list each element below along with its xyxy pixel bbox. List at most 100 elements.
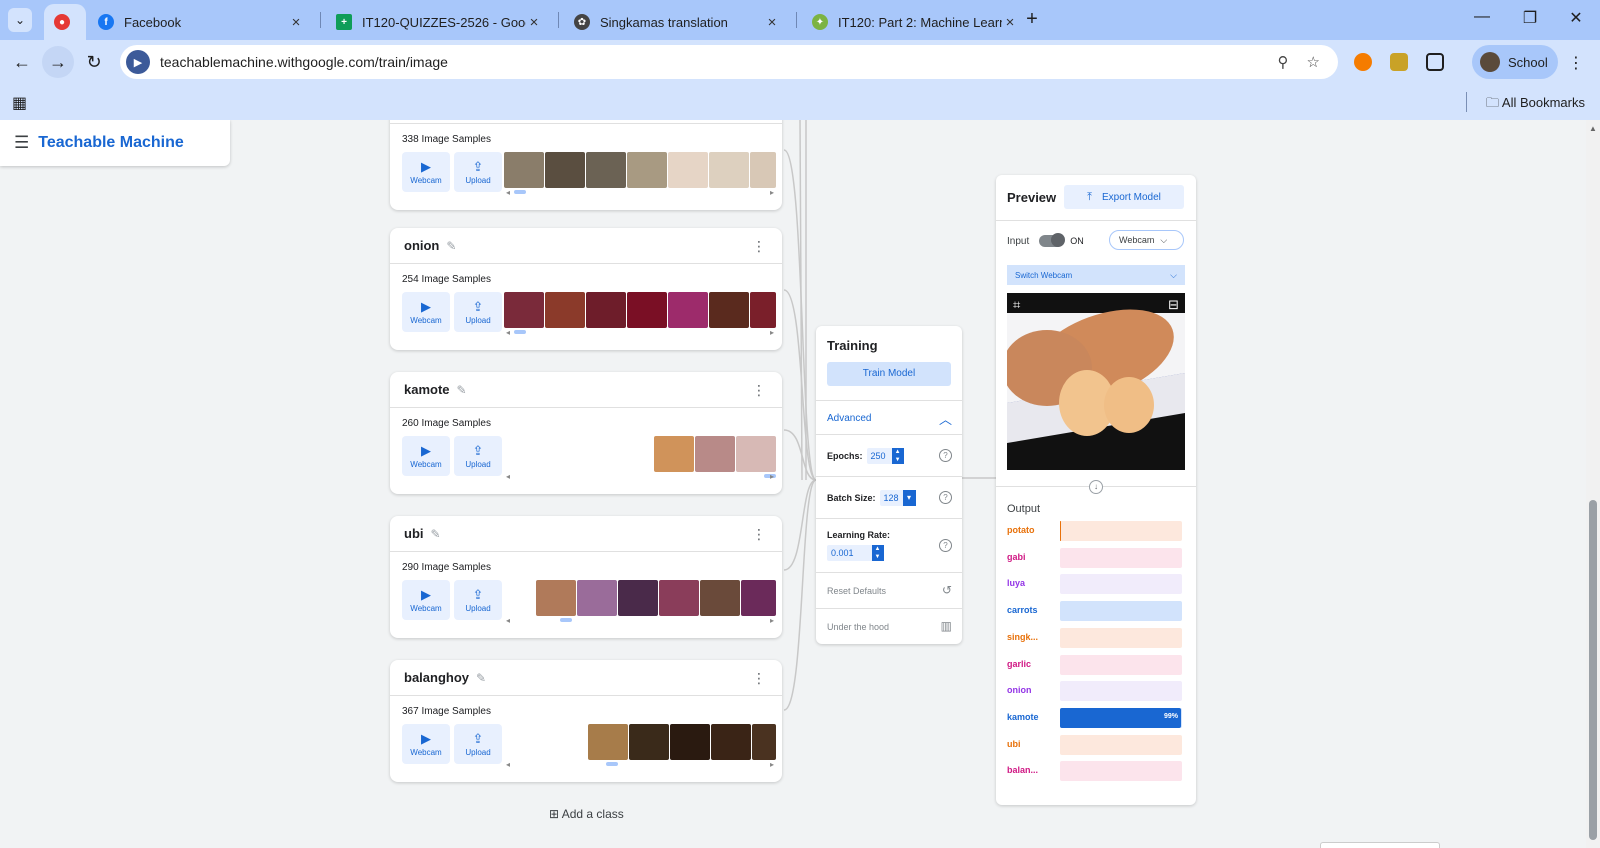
help-icon[interactable]: ?: [939, 448, 952, 462]
class-name[interactable]: ubi: [404, 526, 424, 541]
site-info-icon[interactable]: ▶: [126, 50, 150, 74]
sample-thumbnail[interactable]: [627, 292, 667, 328]
class-name[interactable]: onion: [404, 238, 439, 253]
more-options-icon[interactable]: ⋮: [752, 238, 766, 255]
strip-scrollbar[interactable]: [514, 190, 526, 194]
class-name[interactable]: kamote: [404, 382, 450, 397]
upload-button[interactable]: ⇪ Upload: [454, 580, 502, 620]
help-icon[interactable]: ?: [939, 490, 952, 504]
upload-button[interactable]: ⇪ Upload: [454, 724, 502, 764]
sample-thumbnail[interactable]: [659, 580, 699, 616]
sample-thumbnail[interactable]: [750, 152, 776, 188]
scroll-up-icon[interactable]: ▲: [1589, 124, 1597, 133]
sample-thumbnail[interactable]: [654, 436, 694, 472]
strip-scrollbar[interactable]: [606, 762, 618, 766]
sample-thumbnail[interactable]: [668, 152, 708, 188]
sample-thumbnail[interactable]: [618, 580, 658, 616]
close-tab-icon[interactable]: ×: [764, 14, 780, 31]
scroll-right-icon[interactable]: ▸: [770, 472, 774, 481]
sample-thumbnail[interactable]: [586, 152, 626, 188]
sample-thumbnail[interactable]: [586, 292, 626, 328]
stepper-icon[interactable]: ▲ ▼: [871, 545, 884, 561]
close-tab-icon[interactable]: ×: [1002, 14, 1018, 31]
tab-it120[interactable]: ✦ IT120: Part 2: Machine Learning ×: [802, 4, 1028, 40]
more-options-icon[interactable]: ⋮: [752, 382, 766, 399]
browser-menu-icon[interactable]: ⋮: [1568, 53, 1584, 73]
more-options-icon[interactable]: ⋮: [752, 526, 766, 543]
epochs-input[interactable]: 250 ▲ ▼: [866, 447, 904, 464]
pencil-icon[interactable]: ✎: [457, 383, 467, 397]
sample-thumbnail[interactable]: [668, 292, 708, 328]
learning-rate-input[interactable]: 0.001 ▲ ▼: [827, 545, 884, 561]
tab-singkamas[interactable]: ✿ Singkamas translation ×: [564, 4, 790, 40]
scroll-right-icon[interactable]: ▸: [770, 616, 774, 625]
webcam-button[interactable]: ▶ Webcam: [402, 724, 450, 764]
zoom-icon[interactable]: ⚲: [1278, 53, 1289, 71]
hamburger-menu-icon[interactable]: ☰: [14, 133, 29, 153]
restore-icon[interactable]: ❐: [1518, 8, 1542, 28]
back-icon[interactable]: ←: [10, 50, 34, 74]
help-icon[interactable]: ?: [939, 538, 952, 552]
scroll-left-icon[interactable]: ◂: [506, 760, 510, 769]
sample-thumbnail[interactable]: [588, 724, 628, 760]
pencil-icon[interactable]: ✎: [446, 239, 456, 253]
extension-icon[interactable]: [1354, 53, 1372, 71]
sample-thumbnail[interactable]: [709, 292, 749, 328]
sample-thumbnail[interactable]: [750, 292, 776, 328]
scroll-left-icon[interactable]: ◂: [506, 188, 510, 197]
pencil-icon[interactable]: ✎: [431, 527, 441, 541]
scroll-left-icon[interactable]: ◂: [506, 328, 510, 337]
upload-button[interactable]: ⇪ Upload: [454, 152, 502, 192]
reload-icon[interactable]: ↻: [82, 50, 106, 74]
class-name[interactable]: balanghoy: [404, 670, 469, 685]
sample-thumbnail[interactable]: [577, 580, 617, 616]
webcam-button[interactable]: ▶ Webcam: [402, 292, 450, 332]
pinned-tab[interactable]: ●: [44, 4, 86, 40]
sample-thumbnail[interactable]: [629, 724, 669, 760]
page-scrollbar[interactable]: ▲: [1586, 120, 1600, 848]
add-class-button[interactable]: ⊞ Add a class: [549, 807, 624, 821]
sample-thumbnail[interactable]: [752, 724, 776, 760]
scroll-right-icon[interactable]: ▸: [770, 328, 774, 337]
sample-thumbnail[interactable]: [504, 152, 544, 188]
minimize-icon[interactable]: —: [1470, 8, 1494, 26]
sample-thumbnail[interactable]: [504, 292, 544, 328]
switch-webcam-select[interactable]: Switch Webcam ⌵: [1007, 265, 1185, 285]
scroll-right-icon[interactable]: ▸: [770, 760, 774, 769]
sample-thumbnail[interactable]: [627, 152, 667, 188]
sample-thumbnail[interactable]: [670, 724, 710, 760]
sample-thumbnail[interactable]: [711, 724, 751, 760]
url-text[interactable]: teachablemachine.withgoogle.com/train/im…: [160, 54, 1278, 70]
crop-icon[interactable]: ⌗: [1013, 297, 1020, 313]
strip-scrollbar[interactable]: [514, 330, 526, 334]
more-options-icon[interactable]: ⋮: [752, 670, 766, 687]
tab-facebook[interactable]: f Facebook ×: [88, 4, 314, 40]
webcam-button[interactable]: ▶ Webcam: [402, 436, 450, 476]
close-tab-icon[interactable]: ×: [526, 14, 542, 31]
upload-button[interactable]: ⇪ Upload: [454, 436, 502, 476]
advanced-toggle[interactable]: Advanced ︿: [816, 400, 962, 434]
pencil-icon[interactable]: ✎: [476, 671, 486, 685]
address-bar[interactable]: ▶ teachablemachine.withgoogle.com/train/…: [120, 45, 1338, 79]
new-tab-icon[interactable]: +: [1020, 8, 1044, 31]
sample-thumbnail[interactable]: [709, 152, 749, 188]
tab-search-chevron-icon[interactable]: ⌄: [8, 8, 32, 32]
train-model-button[interactable]: Train Model: [827, 362, 951, 386]
scroll-right-icon[interactable]: ▸: [770, 188, 774, 197]
scroll-left-icon[interactable]: ◂: [506, 616, 510, 625]
under-the-hood-button[interactable]: Under the hood ▥: [816, 608, 962, 644]
profile-button[interactable]: School: [1472, 45, 1558, 79]
sample-thumbnail[interactable]: [695, 436, 735, 472]
stepper-icon[interactable]: ▲ ▼: [891, 447, 904, 464]
extension-icon[interactable]: [1390, 53, 1408, 71]
scroll-thumb[interactable]: [1589, 500, 1597, 840]
all-bookmarks[interactable]: 🗀 All Bookmarks: [1486, 94, 1585, 116]
input-source-select[interactable]: Webcam ⌵: [1109, 230, 1184, 250]
sample-thumbnail[interactable]: [545, 292, 585, 328]
sample-thumbnail[interactable]: [736, 436, 776, 472]
batch-size-select[interactable]: 128 ▾: [879, 489, 916, 506]
puzzle-icon[interactable]: [1426, 53, 1444, 71]
scroll-left-icon[interactable]: ◂: [506, 472, 510, 481]
close-tab-icon[interactable]: ×: [288, 14, 304, 31]
strip-scrollbar[interactable]: [560, 618, 572, 622]
